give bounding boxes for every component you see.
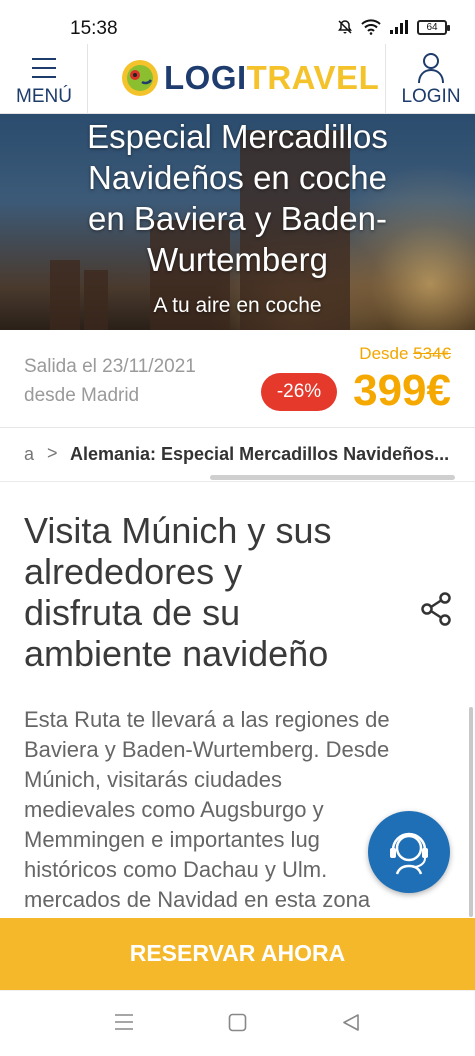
page-title-line: disfruta de su [24,592,241,633]
status-bar: 15:38 64 [0,0,475,44]
page-title-line: Visita Múnich y sus [24,510,332,551]
description-line: mercados de Navidad en esta zona [24,887,371,912]
departure-info: Salida el 23/11/2021 desde Madrid [24,352,196,410]
home-square-icon[interactable] [228,1013,247,1032]
signal-icon [390,20,408,34]
breadcrumb: a > Alemania: Especial Mercadillos Navid… [0,428,475,482]
recents-menu-icon[interactable] [114,1013,134,1031]
hero-banner: Especial Mercadillos Navideños en coche … [0,114,475,330]
login-label: LOGIN [401,86,461,107]
old-price-line: Desde 534€ [359,344,451,364]
menu-button[interactable]: MENÚ [0,44,88,114]
description-line: Esta Ruta te llevará a las regiones de [24,707,390,732]
back-triangle-icon[interactable] [341,1013,361,1032]
headset-agent-icon [390,832,428,875]
hero-title-line: Navideños en coche [87,159,388,196]
book-now-label: RESERVAR AHORA [129,940,346,966]
hero-title-line: Especial Mercadillos [87,118,388,155]
departure-city: desde Madrid [24,385,140,406]
hero-title: Especial Mercadillos Navideños en coche … [0,116,475,280]
departure-date: Salida el 23/11/2021 [24,356,196,377]
hero-title-line: Wurtemberg [147,241,328,278]
book-now-button[interactable]: RESERVAR AHORA [0,918,475,990]
share-icon[interactable] [420,592,452,626]
hamburger-icon [32,58,56,78]
status-icons: 64 [337,19,450,35]
wifi-icon [361,19,381,35]
old-price: 534€ [413,344,451,363]
logo-text-logi: LOGI [164,59,247,96]
hero-subtitle: A tu aire en coche [153,294,322,317]
battery-icon: 64 [417,19,450,35]
current-price: 399€ [353,366,451,415]
page-scrollbar[interactable] [469,707,473,917]
gecko-logo-icon [122,60,158,96]
breadcrumb-separator: > [47,443,58,463]
description-line: Baviera y Baden-Wurtemberg. Desde [24,737,390,762]
user-icon [418,53,444,84]
hero-title-line: en Baviera y Baden- [87,200,387,237]
menu-label: MENÚ [16,86,72,107]
logitravel-logo[interactable]: LOGITRAVEL [120,58,379,98]
breadcrumb-scrollbar[interactable] [210,475,455,480]
breadcrumb-current: Alemania: Especial Mercadillos Navideños… [70,444,450,464]
discount-badge: -26% [261,373,337,411]
chat-support-button[interactable] [368,811,450,893]
description-line: Múnich, visitarás ciudades [24,767,283,792]
page-title: Visita Múnich y sus alrededores y disfru… [24,510,404,674]
description-text: Esta Ruta te llevará a las regiones de B… [24,705,444,915]
desde-label: Desde [359,344,409,363]
price-box: Salida el 23/11/2021 desde Madrid Desde … [0,330,475,428]
breadcrumb-item[interactable]: a [24,444,34,465]
app-header: MENÚ LOGITRAVEL LOGIN [0,44,475,114]
login-button[interactable]: LOGIN [385,44,475,114]
system-navigation-bar [0,990,475,1056]
bell-muted-icon [338,20,352,34]
logo-text-travel: TRAVEL [246,59,380,96]
status-time: 15:38 [70,18,118,39]
page-title-line: alrededores y [24,551,243,592]
page-title-line: ambiente navideño [24,633,329,674]
